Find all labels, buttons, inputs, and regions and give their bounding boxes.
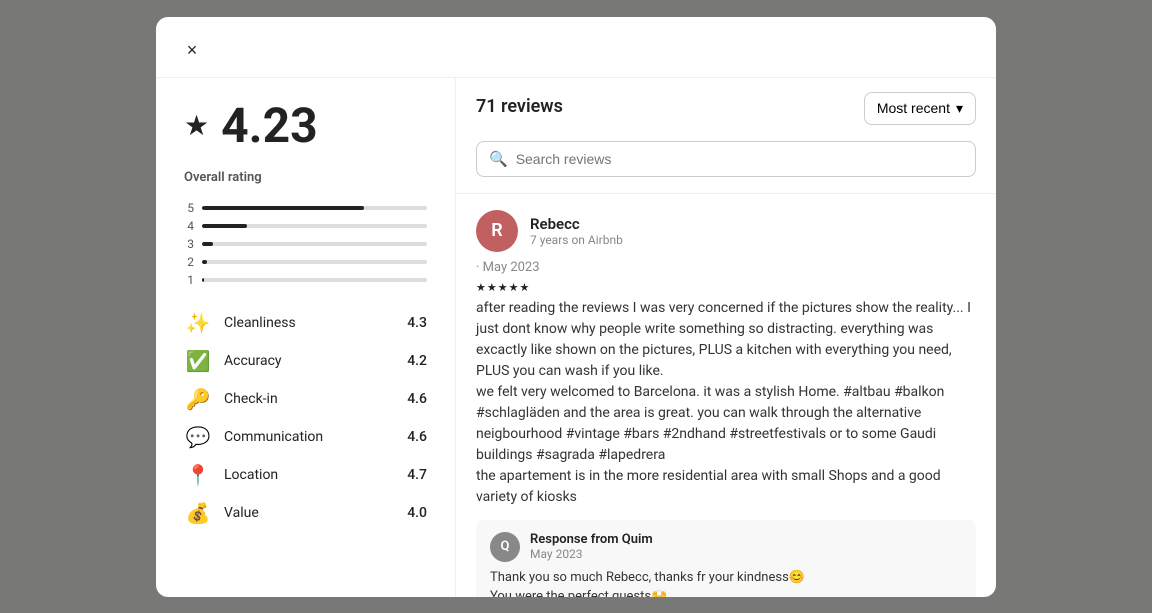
- bar-fill: [202, 224, 247, 228]
- overall-label: Overall rating: [184, 170, 427, 185]
- bar-track: [202, 224, 427, 228]
- close-button[interactable]: ×: [176, 35, 208, 67]
- response-avatar: Q: [490, 532, 520, 562]
- category-score-cleanliness: 4.3: [407, 315, 427, 331]
- category-name-value: Value: [224, 505, 395, 521]
- category-item-check-in: 🔑 Check-in 4.6: [184, 387, 427, 411]
- category-list: ✨ Cleanliness 4.3 ✅ Accuracy 4.2 🔑 Check…: [184, 311, 427, 525]
- category-score-communication: 4.6: [407, 429, 427, 445]
- category-name-communication: Communication: [224, 429, 395, 445]
- star-bar-label: 2: [184, 255, 194, 269]
- right-panel-header: 71 reviews Most recent ▾: [456, 78, 996, 125]
- category-item-value: 💰 Value 4.0: [184, 501, 427, 525]
- left-panel: ★ 4.23 Overall rating 5 4 3: [156, 78, 456, 597]
- review-text-rebecc: after reading the reviews I was very con…: [476, 298, 976, 508]
- category-name-check-in: Check-in: [224, 391, 395, 407]
- response-block-rebecc: Q Response from Quim May 2023 Thank you …: [476, 520, 976, 597]
- category-icon-communication: 💬: [184, 425, 212, 449]
- star-bar-label: 3: [184, 237, 194, 251]
- category-item-location: 📍 Location 4.7: [184, 463, 427, 487]
- star-bars-container: 5 4 3 2 1: [184, 201, 427, 287]
- star-symbol: ★: [498, 281, 508, 294]
- star-symbol: ★: [487, 281, 497, 294]
- review-card-rebecc: R Rebecc 7 years on Airbnb · May 2023 ★★…: [476, 210, 976, 597]
- search-bar: 🔍: [476, 141, 976, 177]
- star-bar-row: 1: [184, 273, 427, 287]
- bar-fill: [202, 278, 204, 282]
- search-icon: 🔍: [489, 150, 508, 168]
- sort-label: Most recent: [877, 100, 950, 116]
- category-item-accuracy: ✅ Accuracy 4.2: [184, 349, 427, 373]
- review-header-rebecc: R Rebecc 7 years on Airbnb: [476, 210, 976, 252]
- category-score-value: 4.0: [407, 505, 427, 521]
- star-symbol: ★: [520, 281, 530, 294]
- category-icon-location: 📍: [184, 463, 212, 487]
- bar-track: [202, 260, 427, 264]
- category-item-cleanliness: ✨ Cleanliness 4.3: [184, 311, 427, 335]
- category-score-location: 4.7: [407, 467, 427, 483]
- bar-fill: [202, 242, 213, 246]
- bar-track: [202, 206, 427, 210]
- response-name: Response from Quim: [530, 532, 653, 547]
- rating-number: 4.23: [221, 102, 318, 150]
- star-symbol: ★: [509, 281, 519, 294]
- search-input[interactable]: [516, 151, 963, 167]
- reviewer-avatar-rebecc: R: [476, 210, 518, 252]
- modal-header: ×: [156, 17, 996, 78]
- modal-body: ★ 4.23 Overall rating 5 4 3: [156, 78, 996, 597]
- star-bar-row: 3: [184, 237, 427, 251]
- bar-track: [202, 242, 427, 246]
- category-name-location: Location: [224, 467, 395, 483]
- star-bar-label: 4: [184, 219, 194, 233]
- category-icon-check-in: 🔑: [184, 387, 212, 411]
- right-panel: 71 reviews Most recent ▾ 🔍: [456, 78, 996, 597]
- response-header: Q Response from Quim May 2023: [490, 532, 962, 562]
- reviews-list: R Rebecc 7 years on Airbnb · May 2023 ★★…: [456, 194, 996, 597]
- category-icon-value: 💰: [184, 501, 212, 525]
- modal-overlay: × ★ 4.23 Overall rating 5: [0, 0, 1152, 613]
- star-symbol: ★: [476, 281, 486, 294]
- bar-fill: [202, 206, 364, 210]
- review-modal: × ★ 4.23 Overall rating 5: [156, 17, 996, 597]
- category-item-communication: 💬 Communication 4.6: [184, 425, 427, 449]
- star-bar-row: 5: [184, 201, 427, 215]
- response-date: May 2023: [530, 547, 653, 561]
- reviewer-meta-rebecc: 7 years on Airbnb: [530, 233, 623, 247]
- category-score-accuracy: 4.2: [407, 353, 427, 369]
- bar-fill: [202, 260, 207, 264]
- chevron-down-icon: ▾: [956, 100, 963, 117]
- star-bar-label: 1: [184, 273, 194, 287]
- category-score-check-in: 4.6: [407, 391, 427, 407]
- close-icon: ×: [187, 40, 198, 61]
- reviewer-name-rebecc: Rebecc: [530, 215, 623, 233]
- star-bar-label: 5: [184, 201, 194, 215]
- star-bar-row: 2: [184, 255, 427, 269]
- category-name-accuracy: Accuracy: [224, 353, 395, 369]
- sort-dropdown-button[interactable]: Most recent ▾: [864, 92, 976, 125]
- search-bar-wrapper: 🔍: [456, 125, 996, 194]
- star-icon: ★: [184, 109, 209, 142]
- review-date-rebecc: · May 2023: [476, 260, 976, 275]
- star-bar-row: 4: [184, 219, 427, 233]
- review-stars-rebecc: ★★★★★: [476, 281, 976, 294]
- reviews-count: 71 reviews: [476, 96, 563, 117]
- bar-track: [202, 278, 427, 282]
- response-text: Thank you so much Rebecc, thanks fr your…: [490, 568, 962, 597]
- category-name-cleanliness: Cleanliness: [224, 315, 395, 331]
- reviewer-info-rebecc: Rebecc 7 years on Airbnb: [530, 215, 623, 247]
- response-info: Response from Quim May 2023: [530, 532, 653, 561]
- big-rating: ★ 4.23: [184, 102, 427, 150]
- category-icon-accuracy: ✅: [184, 349, 212, 373]
- category-icon-cleanliness: ✨: [184, 311, 212, 335]
